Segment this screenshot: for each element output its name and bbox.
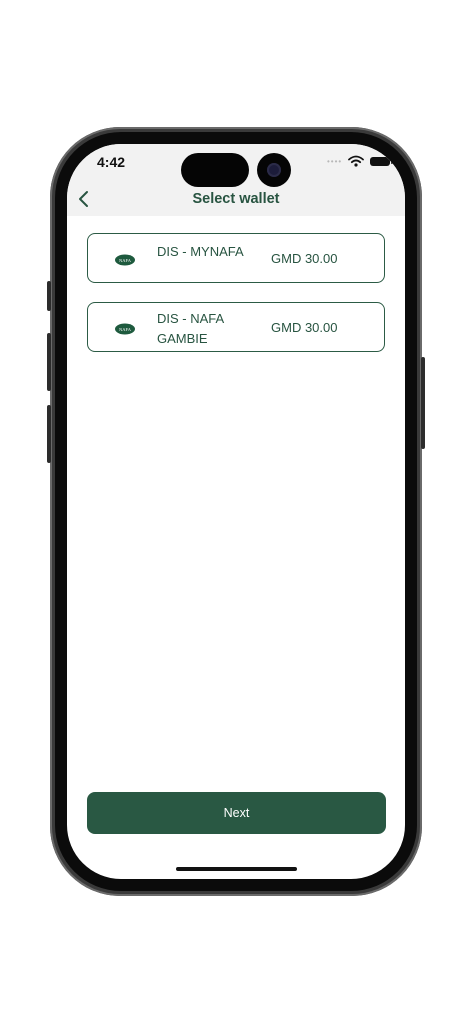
nafa-logo-icon: NAFA [115, 254, 135, 266]
header-bar: 4:42 •••• Select wallet [67, 144, 405, 216]
wifi-icon [348, 155, 365, 167]
wallet-amount: GMD 30.00 [271, 251, 338, 266]
action-button [47, 281, 51, 311]
camera-icon [257, 153, 291, 187]
dynamic-island [181, 153, 249, 187]
wallet-amount: GMD 30.00 [271, 320, 338, 335]
wallet-option[interactable]: NAFA DIS - MYNAFA GMD 30.00 [87, 233, 385, 283]
wallet-name: DIS - NAFA GAMBIE [157, 311, 224, 346]
status-indicators: •••• [327, 155, 394, 167]
svg-text:NAFA: NAFA [119, 327, 132, 332]
volume-down-button [47, 405, 51, 463]
screen: 4:42 •••• Select wallet NAFA DIS - MYNAF… [67, 144, 405, 879]
next-button[interactable]: Next [87, 792, 386, 834]
battery-icon [370, 156, 394, 166]
wallet-name: DIS - MYNAFA [157, 244, 244, 259]
nafa-logo-icon: NAFA [115, 323, 135, 335]
power-button [421, 357, 425, 449]
home-indicator [176, 867, 297, 871]
page-title: Select wallet [192, 191, 280, 207]
volume-up-button [47, 333, 51, 391]
status-time: 4:42 [97, 154, 126, 170]
svg-text:NAFA: NAFA [119, 258, 132, 263]
cellular-signal-icon: •••• [327, 156, 343, 166]
wallet-option[interactable]: NAFA DIS - NAFA GAMBIE GMD 30.00 [87, 302, 385, 352]
